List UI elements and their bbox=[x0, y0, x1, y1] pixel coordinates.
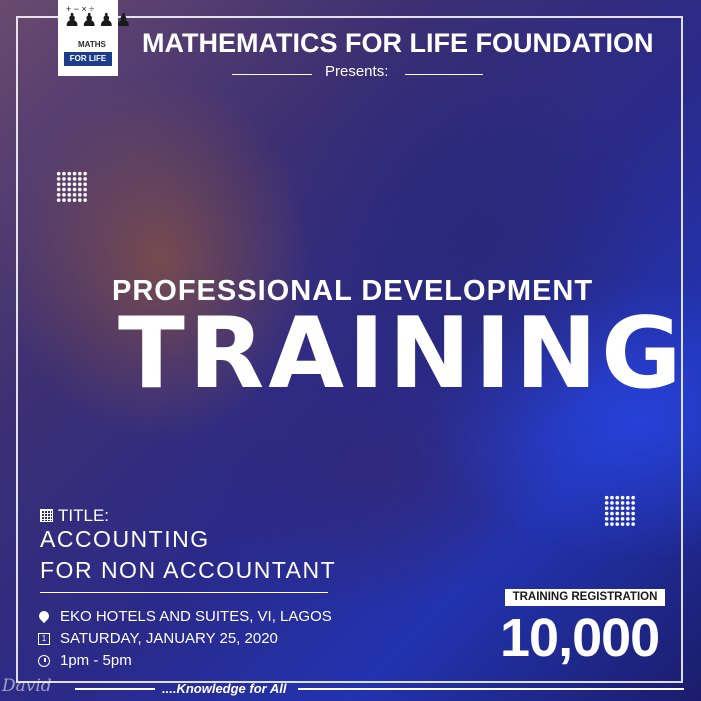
hero-title: TRAINING bbox=[118, 297, 686, 411]
poster: + − × ÷ ♟♟♟♟ MATHS FOR LIFE MATHEMATICS … bbox=[0, 0, 701, 701]
location-pin-icon bbox=[36, 608, 52, 623]
course-label: TITLE: bbox=[40, 506, 109, 526]
tagline: ....Knowledge for All bbox=[162, 681, 287, 696]
location-row: EKO HOTELS AND SUITES, VI, LAGOS bbox=[36, 608, 332, 625]
footer-divider-left bbox=[75, 688, 155, 690]
presents-text: Presents: bbox=[325, 63, 389, 80]
presents-divider-left bbox=[232, 74, 312, 75]
time-row: 1pm - 5pm bbox=[38, 652, 132, 669]
date-text: SATURDAY, JANUARY 25, 2020 bbox=[60, 630, 278, 647]
course-label-text: TITLE: bbox=[58, 506, 110, 525]
signature: David bbox=[2, 676, 52, 696]
registration-price: 10,000 bbox=[500, 608, 660, 668]
calendar-icon: 1 bbox=[38, 632, 50, 645]
presents-divider-right bbox=[405, 74, 483, 75]
logo-bar: FOR LIFE bbox=[64, 52, 112, 66]
course-underline bbox=[40, 592, 328, 593]
grid-icon bbox=[40, 509, 53, 522]
course-title-line2: FOR NON ACCOUNTANT bbox=[40, 557, 337, 583]
time-text: 1pm - 5pm bbox=[60, 652, 132, 669]
org-title: MATHEMATICS FOR LIFE FOUNDATION bbox=[142, 28, 654, 58]
course-title-line1: ACCOUNTING bbox=[40, 526, 210, 552]
date-row: 1 SATURDAY, JANUARY 25, 2020 bbox=[38, 630, 278, 647]
logo: + − × ÷ ♟♟♟♟ MATHS FOR LIFE bbox=[58, 0, 132, 76]
registration-badge: TRAINING REGISTRATION bbox=[505, 589, 665, 606]
people-icon: ♟♟♟♟ bbox=[64, 10, 133, 30]
dot-grid-icon bbox=[604, 495, 636, 527]
location-text: EKO HOTELS AND SUITES, VI, LAGOS bbox=[60, 608, 332, 625]
footer-divider-right bbox=[298, 688, 684, 690]
clock-icon bbox=[38, 654, 50, 667]
dot-grid-icon bbox=[56, 171, 88, 203]
logo-maths-text: MATHS bbox=[78, 40, 106, 49]
